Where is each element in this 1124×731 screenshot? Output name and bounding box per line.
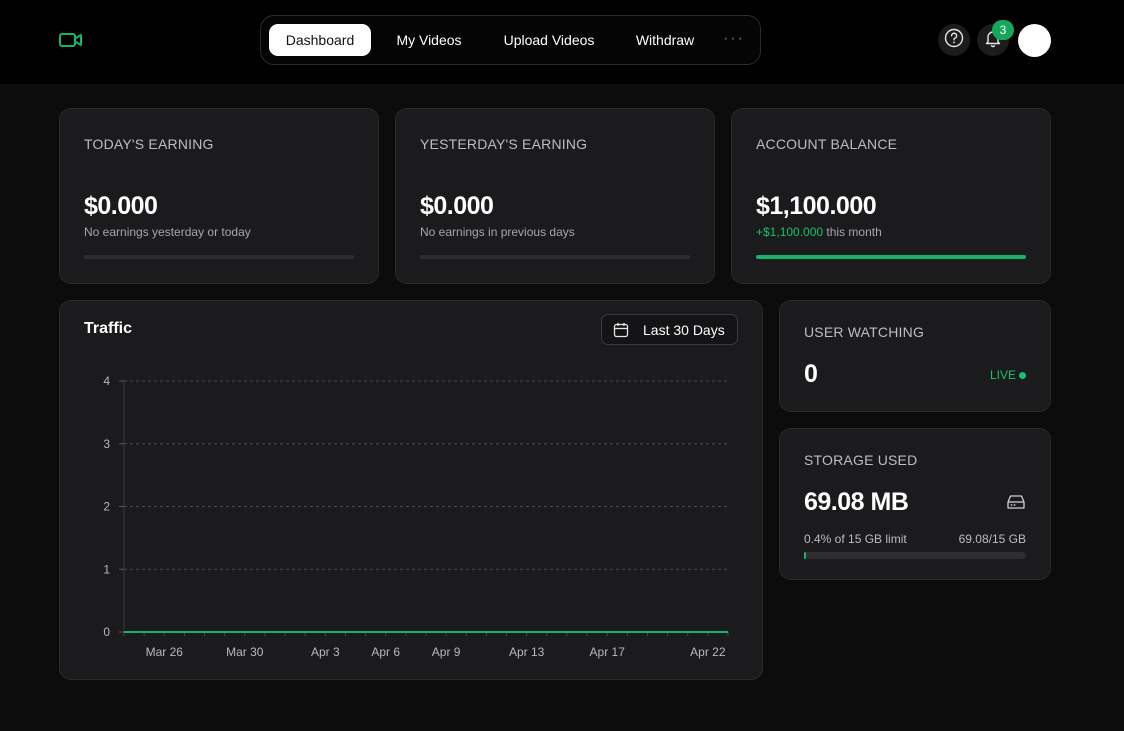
y-tick-label: 0 [103,625,110,639]
y-tick-label: 2 [103,500,110,514]
date-range-label: Last 30 Days [643,322,725,338]
nav-item-upload-videos[interactable]: Upload Videos [489,24,609,56]
storage-progress-fill [804,552,806,559]
nav-item-dashboard[interactable]: Dashboard [269,24,371,56]
traffic-title: Traffic [84,320,133,337]
card-label: TODAY'S EARNING [84,136,214,152]
nav-item-my-videos[interactable]: My Videos [383,24,475,56]
x-tick-label: Apr 3 [311,645,340,659]
card-subtext: +$1,100.000 this month [756,225,882,239]
account-balance-card: ACCOUNT BALANCE $1,100.000 +$1,100.000 t… [731,108,1051,284]
storage-progress-bar [804,552,1026,559]
monthly-change: +$1,100.000 [756,225,824,239]
date-range-button[interactable]: Last 30 Days [601,314,738,345]
main-nav: Dashboard My Videos Upload Videos Withdr… [260,15,761,65]
x-tick-label: Mar 26 [146,645,184,659]
notification-count-badge: 3 [992,20,1014,40]
progress-bar [420,255,690,259]
card-subtext: No earnings yesterday or today [84,225,251,239]
yesterdays-earning-card: YESTERDAY'S EARNING $0.000 No earnings i… [395,108,715,284]
nav-item-withdraw[interactable]: Withdraw [623,24,707,56]
help-button[interactable] [938,24,970,56]
traffic-chart: 0 1 2 3 4 Mar 26 Mar 30 Apr 3 Apr 6 Apr 9 Apr 13 Ap… [103,374,729,659]
y-tick-label: 1 [103,562,110,576]
calendar-icon [613,322,629,341]
storage-ratio-text: 69.08/15 GB [958,532,1026,546]
card-subtext: No earnings in previous days [420,225,575,239]
progress-bar [756,255,1026,259]
card-label: USER WATCHING [804,324,925,340]
x-tick-label: Mar 30 [226,645,264,659]
x-tick-label: Apr 22 [690,645,726,659]
user-watching-count: 0 [804,360,818,388]
card-label: STORAGE USED [804,452,918,468]
card-value: $0.000 [420,192,494,220]
hard-drive-icon [1006,494,1026,515]
live-label: LIVE [990,368,1017,382]
top-bar: Dashboard My Videos Upload Videos Withdr… [0,0,1124,84]
card-value: $1,100.000 [756,192,877,220]
user-watching-card: USER WATCHING 0 LIVE [779,300,1051,412]
card-value: $0.000 [84,192,158,220]
x-tick-label: Apr 17 [590,645,626,659]
y-tick-label: 4 [103,374,110,388]
user-avatar[interactable] [1018,24,1051,57]
progress-fill [756,255,1026,259]
storage-used-value: 69.08 MB [804,488,909,516]
video-camera-logo-icon[interactable] [58,29,84,51]
traffic-card: Traffic Last 30 Days 0 1 2 3 4 Mar 26 Mar 30 Ap… [59,300,763,680]
monthly-change-suffix: this month [823,225,882,239]
live-indicator-dot [1019,372,1026,379]
x-tick-label: Apr 9 [432,645,461,659]
storage-limit-text: 0.4% of 15 GB limit [804,532,907,546]
card-label: ACCOUNT BALANCE [756,136,898,152]
todays-earning-card: TODAY'S EARNING $0.000 No earnings yeste… [59,108,379,284]
x-tick-label: Apr 6 [371,645,400,659]
storage-used-card: STORAGE USED 69.08 MB 0.4% of 15 GB limi… [779,428,1051,580]
help-icon [944,28,964,53]
y-tick-label: 3 [103,437,110,451]
x-tick-label: Apr 13 [509,645,545,659]
more-menu-button[interactable]: ··· [723,24,745,56]
progress-bar [84,255,354,259]
card-label: YESTERDAY'S EARNING [420,136,588,152]
